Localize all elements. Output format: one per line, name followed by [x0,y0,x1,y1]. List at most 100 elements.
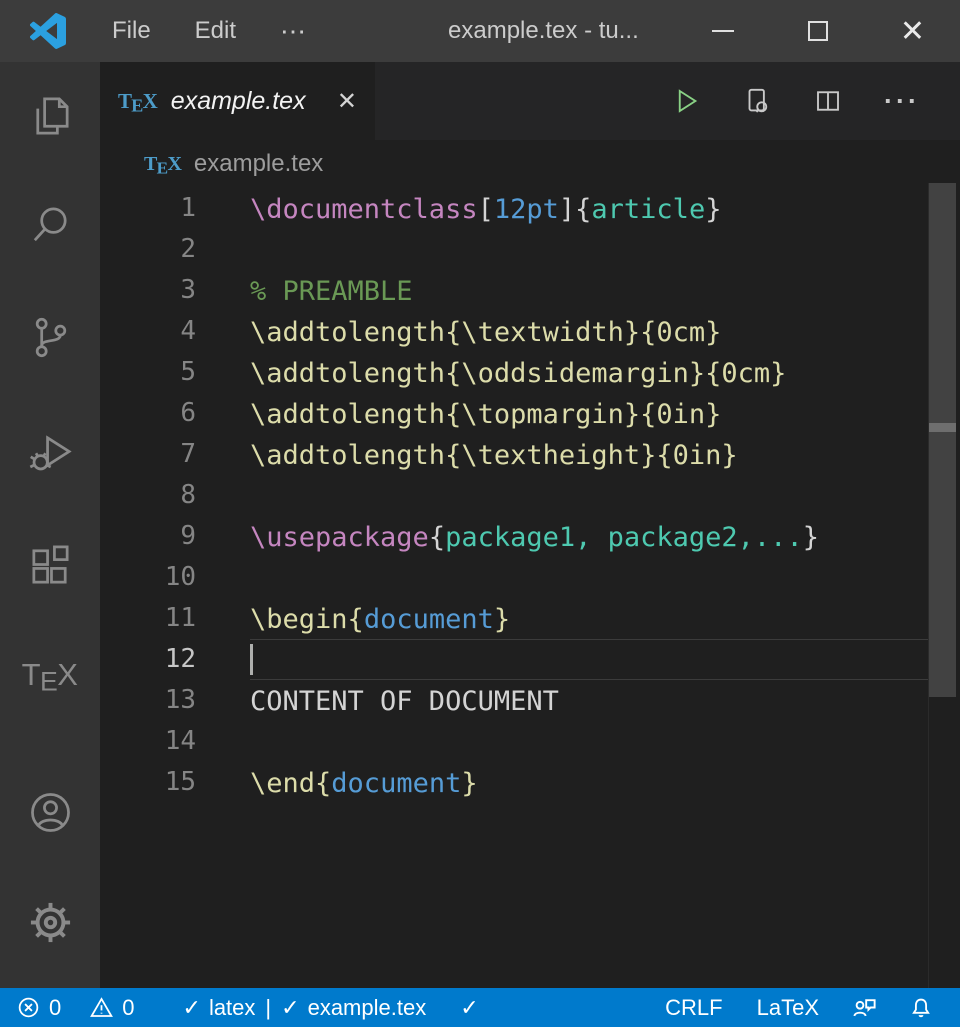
code-line[interactable]: 4\addtolength{\textwidth}{0cm} [100,311,960,352]
code-line[interactable]: 10 [100,557,960,598]
code-token: { [429,522,445,553]
code-line[interactable]: 13CONTENT OF DOCUMENT [100,680,960,721]
git-branch-icon [27,314,74,361]
code-line[interactable]: 15\end{document} [100,762,960,803]
line-content: \addtolength{\textwidth}{0cm} [250,311,928,352]
line-content: % PREAMBLE [250,270,928,311]
sidebar-item-source-control[interactable] [0,302,100,372]
tab-bar: TEX example.tex ✕ ··· [100,62,960,140]
line-number: 9 [100,516,250,557]
line-number: 1 [100,188,250,229]
latex-build-status[interactable]: ✓ latex | ✓ example.tex [170,988,440,1027]
line-number: 8 [100,475,250,516]
code-token: { [348,604,364,635]
check-icon: ✓ [460,995,478,1021]
code-token: \addtolength{\oddsidemargin}{0cm} [250,358,786,389]
sidebar-item-extensions[interactable] [0,530,100,600]
code-line[interactable]: 14 [100,721,960,762]
code-token: \addtolength{\textwidth}{0cm} [250,317,721,348]
line-number: 6 [100,393,250,434]
breadcrumb-file[interactable]: example.tex [194,150,323,178]
build-target: latex [209,995,255,1021]
error-icon [16,995,41,1020]
tex-icon: TEX [22,657,79,693]
close-button[interactable]: ✕ [865,0,960,62]
eol-indicator[interactable]: CRLF [652,988,735,1027]
code-line[interactable]: 2 [100,229,960,270]
sidebar-item-settings[interactable] [0,887,100,957]
line-content: \addtolength{\textheight}{0in} [250,434,928,475]
sidebar-item-explorer[interactable] [0,80,100,150]
tab-label: example.tex [171,87,306,116]
line-number: 13 [100,680,250,721]
code-line[interactable]: 7\addtolength{\textheight}{0in} [100,434,960,475]
files-icon [27,92,74,139]
code-line[interactable]: 5\addtolength{\oddsidemargin}{0cm} [100,352,960,393]
view-pdf-button[interactable] [742,86,772,116]
build-run-button[interactable] [671,86,701,116]
code-token: \usepackage [250,522,429,553]
status-bar-right: CRLF LaTeX [652,988,960,1027]
code-token: } [803,522,819,553]
menu-overflow[interactable]: ⋯ [258,0,330,62]
line-content [250,475,928,516]
menu-file[interactable]: File [90,0,173,62]
code-line[interactable]: 1\documentclass[12pt]{article} [100,188,960,229]
split-editor-button[interactable] [813,86,843,116]
maximize-button[interactable] [770,0,865,62]
vscode-logo-icon [30,13,66,49]
notifications-button[interactable] [895,988,952,1027]
build-ok-status[interactable]: ✓ [447,988,491,1027]
vertical-scrollbar[interactable] [928,183,956,988]
code-line[interactable]: 8 [100,475,960,516]
window-title: example.tex - tu... [448,0,639,62]
language-mode[interactable]: LaTeX [744,988,832,1027]
gear-icon [27,899,74,946]
code-editor[interactable]: 1\documentclass[12pt]{article}23% PREAMB… [100,188,960,988]
tex-file-icon: TEX [118,89,158,114]
code-token: document [364,604,494,635]
line-content: \documentclass[12pt]{article} [250,188,928,229]
line-content [250,229,928,270]
separator: | [263,995,273,1021]
text-cursor [250,644,253,675]
line-content: \addtolength{\oddsidemargin}{0cm} [250,352,928,393]
line-content [250,639,928,680]
play-icon [671,86,701,116]
code-token: 12pt [494,194,559,225]
preview-document-icon [742,86,772,116]
sidebar-item-latex-workshop[interactable]: TEX [0,640,100,710]
feedback-button[interactable] [838,988,891,1027]
code-line[interactable]: 12 [100,639,960,680]
code-token: \end [250,768,315,799]
tab-example-tex[interactable]: TEX example.tex ✕ [100,62,375,140]
more-actions-button[interactable]: ··· [884,86,920,117]
code-token: document [331,768,461,799]
tab-close-icon[interactable]: ✕ [337,87,357,116]
code-line[interactable]: 3% PREAMBLE [100,270,960,311]
line-content: \end{document} [250,762,928,803]
code-token: } [461,768,477,799]
code-line[interactable]: 11\begin{document} [100,598,960,639]
line-number: 3 [100,270,250,311]
warning-icon [89,995,114,1020]
problems-status[interactable]: 0 0 [0,988,148,1027]
tex-file-icon: TEX [144,153,182,176]
sidebar-item-search[interactable] [0,190,100,260]
menu-edit[interactable]: Edit [173,0,258,62]
line-number: 14 [100,721,250,762]
minimize-button[interactable] [675,0,770,62]
scrollbar-slider[interactable] [929,183,956,697]
sidebar-item-account[interactable] [0,777,100,847]
line-number: 15 [100,762,250,803]
warning-count: 0 [122,995,134,1021]
line-number: 2 [100,229,250,270]
title-bar: File Edit ⋯ example.tex - tu... ✕ [0,0,960,62]
code-token: article [591,194,705,225]
code-line[interactable]: 9\usepackage{package1, package2,...} [100,516,960,557]
line-number: 10 [100,557,250,598]
code-line[interactable]: 6\addtolength{\topmargin}{0in} [100,393,960,434]
feedback-icon [851,994,878,1021]
code-token: \addtolength{\topmargin}{0in} [250,399,721,430]
sidebar-item-run-debug[interactable] [0,417,100,487]
